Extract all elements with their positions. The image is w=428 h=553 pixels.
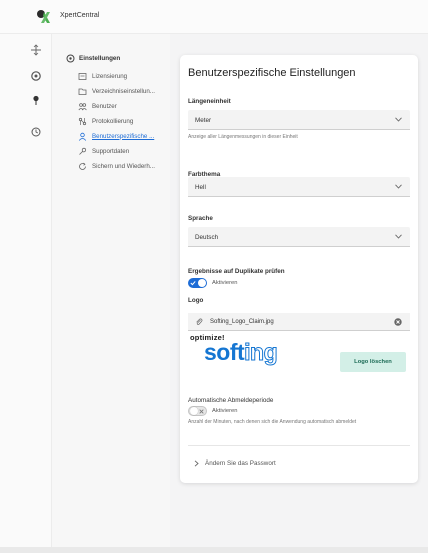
navigation-icon[interactable]: [30, 44, 42, 56]
users-icon: [78, 102, 87, 110]
support-icon: [79, 147, 87, 155]
length-unit-hint: Anzeige aller Längenmessungen in dieser …: [188, 134, 298, 140]
duplicates-toggle[interactable]: [188, 278, 207, 288]
backup-icon: [79, 162, 86, 170]
user-settings-icon: [78, 132, 87, 141]
nav-item-label: Benutzerspezifische ...: [92, 132, 155, 140]
x-icon: [199, 409, 204, 414]
change-password-label: Ändern Sie das Passwort: [205, 460, 276, 467]
title-bar: XpertCentral: [0, 0, 428, 34]
gear-icon: [66, 54, 75, 63]
divider: [188, 445, 410, 446]
nav-item-label: Benutzer: [92, 102, 117, 110]
history-icon[interactable]: [30, 126, 42, 138]
language-label: Sprache: [188, 215, 213, 222]
logo-brand-text: softing: [204, 339, 279, 366]
chevron-right-icon: [194, 460, 199, 467]
nav-item-logging[interactable]: Protokollierung: [78, 115, 133, 127]
license-icon: [78, 72, 87, 80]
nav-item-directory-settings[interactable]: Verzeichniseinstellun...: [78, 85, 155, 97]
nav-item-licensing[interactable]: Lizensierung: [78, 70, 127, 82]
color-theme-select[interactable]: Hell: [188, 177, 410, 197]
chevron-down-icon: [395, 234, 402, 239]
user-settings-card: Benutzerspezifische Einstellungen Längen…: [180, 55, 418, 483]
page-title: Benutzerspezifische Einstellungen: [188, 67, 356, 79]
nav-item-label: Verzeichniseinstellun...: [92, 87, 155, 95]
nav-item-user-settings[interactable]: Benutzerspezifische ...: [78, 130, 154, 142]
toggle-knob: [198, 279, 206, 287]
logo-brand-prefix: soft: [204, 339, 245, 365]
nav-item-backup-restore[interactable]: Sichern und Wiederh...: [78, 160, 155, 172]
nav-root-settings[interactable]: Einstellungen: [66, 54, 120, 63]
app-logo-icon: [37, 10, 50, 23]
folder-settings-icon: [78, 88, 87, 95]
length-unit-value: Meter: [195, 117, 212, 124]
duplicates-label: Ergebnisse auf Duplikate prüfen: [188, 268, 285, 275]
chevron-down-icon: [395, 117, 402, 122]
nav-item-label: Sichern und Wiederh...: [92, 162, 155, 170]
window-bottom-edge: [0, 547, 428, 553]
delete-logo-button[interactable]: Logo löschen: [340, 352, 406, 372]
toggle-knob: [190, 407, 198, 415]
auto-logout-toggle[interactable]: [188, 406, 207, 416]
color-theme-value: Hell: [195, 184, 206, 191]
attachment-icon: [196, 318, 203, 325]
log-icon: [78, 117, 87, 125]
logo-brand-suffix: ing: [244, 339, 279, 366]
clear-icon[interactable]: [394, 318, 402, 326]
length-unit-label: Längeneinheit: [188, 98, 231, 105]
icon-rail: [0, 34, 52, 553]
auto-logout-toggle-label: Aktivieren: [212, 408, 238, 414]
nav-item-label: Supportdaten: [92, 147, 130, 155]
check-icon: [190, 281, 196, 286]
logo-file-field[interactable]: Softing_Logo_Claim.jpg: [188, 313, 410, 331]
nav-item-label: Protokollierung: [92, 117, 134, 125]
auto-logout-hint: Anzahl der Minuten, nach denen sich die …: [188, 419, 357, 425]
logo-label: Logo: [188, 297, 204, 304]
change-password-toggle[interactable]: Ändern Sie das Passwort: [194, 460, 276, 467]
nav-item-support-data[interactable]: Supportdaten: [78, 145, 129, 157]
nav-root-label: Einstellungen: [79, 55, 121, 62]
settings-nav: Einstellungen Lizensierung Verzeichnisei…: [52, 34, 170, 553]
duplicates-toggle-label: Aktivieren: [212, 280, 238, 286]
logo-filename: Softing_Logo_Claim.jpg: [210, 319, 274, 325]
chevron-down-icon: [395, 184, 402, 189]
nav-item-label: Lizensierung: [92, 72, 128, 80]
app-title: XpertCentral: [60, 12, 100, 19]
nav-item-users[interactable]: Benutzer: [78, 100, 117, 112]
location-pin-icon[interactable]: [30, 94, 42, 106]
auto-logout-label: Automatische Abmeldeperiode: [188, 397, 274, 404]
settings-gear-icon[interactable]: [30, 70, 42, 82]
language-select[interactable]: Deutsch: [188, 227, 410, 247]
language-value: Deutsch: [195, 234, 219, 241]
length-unit-select[interactable]: Meter: [188, 110, 410, 130]
